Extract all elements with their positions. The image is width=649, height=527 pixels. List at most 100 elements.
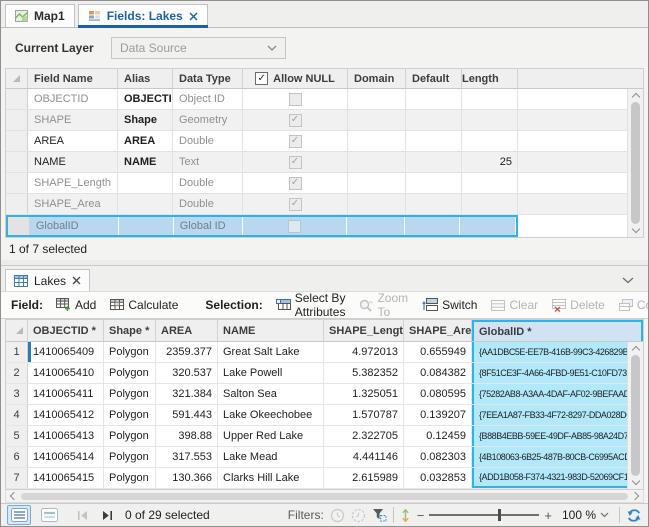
shape-area-cell[interactable]: 0.032853: [404, 468, 472, 488]
allow-null-checkbox[interactable]: ✓: [289, 93, 302, 106]
row-handle[interactable]: [6, 89, 28, 109]
row-number[interactable]: 3: [6, 384, 28, 404]
default-cell[interactable]: [406, 110, 462, 130]
slider-thumb[interactable]: [498, 509, 501, 521]
field-row-globalid-selected[interactable]: GlobalID Global ID ✓: [6, 215, 643, 237]
globalid-cell[interactable]: {ADD1B058-F374-4321-983D-52069CF1BFCB}: [472, 468, 643, 488]
tab-map1[interactable]: Map1: [5, 4, 75, 27]
shape-cell[interactable]: Polygon: [104, 363, 156, 383]
length-cell[interactable]: [462, 194, 518, 214]
length-cell[interactable]: 25: [462, 152, 518, 172]
col-header-allow-null[interactable]: ✓ Allow NULL: [243, 69, 348, 88]
default-cell[interactable]: [406, 194, 462, 214]
objectid-cell[interactable]: 1410065412: [28, 405, 104, 425]
field-name-cell[interactable]: SHAPE: [28, 110, 118, 130]
field-name-cell[interactable]: OBJECTID: [28, 89, 118, 109]
refresh-icon[interactable]: [626, 508, 642, 523]
allow-null-header-checkbox[interactable]: ✓: [255, 72, 268, 85]
clear-selection-button[interactable]: Clear: [486, 296, 543, 314]
scroll-right-icon[interactable]: [631, 492, 639, 500]
table-horizontal-scrollbar[interactable]: [5, 490, 644, 503]
alias-cell[interactable]: [118, 194, 173, 214]
col-header-default[interactable]: Default: [406, 69, 462, 88]
shape-length-cell[interactable]: 5.382352: [324, 363, 404, 383]
alias-cell[interactable]: NAME: [118, 152, 173, 172]
default-cell[interactable]: [406, 173, 462, 193]
table-row[interactable]: 1 1410065409 Polygon 2359.377 Great Salt…: [6, 342, 643, 363]
zoom-level-dropdown[interactable]: 100 %: [558, 507, 613, 523]
shape-area-cell[interactable]: 0.139207: [404, 405, 472, 425]
table-view-button[interactable]: [7, 505, 31, 525]
field-name-cell[interactable]: SHAPE_Length: [28, 173, 118, 193]
domain-cell[interactable]: [347, 217, 405, 235]
scroll-up-icon[interactable]: [631, 346, 639, 354]
shape-cell[interactable]: Polygon: [104, 468, 156, 488]
field-row-name[interactable]: NAME NAME Text ✓ 25: [6, 152, 643, 173]
field-row-area[interactable]: AREA AREA Double ✓: [6, 131, 643, 152]
calculate-button[interactable]: Calculate: [105, 296, 183, 314]
area-cell[interactable]: 317.553: [156, 447, 218, 467]
row-number[interactable]: 2: [6, 363, 28, 383]
objectid-cell[interactable]: 1410065415: [28, 468, 104, 488]
switch-selection-button[interactable]: Switch: [417, 296, 482, 314]
field-name-cell[interactable]: NAME: [28, 152, 118, 172]
row-number[interactable]: 1: [6, 342, 28, 362]
allow-null-cell[interactable]: ✓: [243, 89, 348, 109]
area-cell[interactable]: 398.88: [156, 426, 218, 446]
row-number[interactable]: 6: [6, 447, 28, 467]
col-header-field-name[interactable]: Field Name: [28, 69, 118, 88]
zoom-slider[interactable]: − +: [417, 508, 552, 523]
alias-cell[interactable]: Shape: [118, 110, 173, 130]
row-handle[interactable]: [6, 131, 28, 151]
shape-cell[interactable]: Polygon: [104, 447, 156, 467]
attribute-pane-view-button[interactable]: [37, 505, 61, 525]
length-cell[interactable]: [462, 110, 518, 130]
zoom-in-plus[interactable]: +: [544, 508, 552, 523]
shape-length-cell[interactable]: 1.325051: [324, 384, 404, 404]
data-type-cell[interactable]: Global ID: [174, 217, 243, 235]
field-name-cell[interactable]: AREA: [28, 131, 118, 151]
length-cell[interactable]: [462, 173, 518, 193]
domain-cell[interactable]: [348, 110, 406, 130]
default-cell[interactable]: [406, 152, 462, 172]
shape-length-cell[interactable]: 2.322705: [324, 426, 404, 446]
table-row[interactable]: 2 1410065410 Polygon 320.537 Lake Powell…: [6, 363, 643, 384]
domain-cell[interactable]: [348, 194, 406, 214]
shape-cell[interactable]: Polygon: [104, 342, 156, 362]
globalid-cell[interactable]: {4B108063-6B25-487B-80CB-C6995ACD0340}: [472, 447, 643, 467]
alias-cell[interactable]: [119, 217, 174, 235]
current-layer-dropdown[interactable]: Data Source: [111, 37, 286, 59]
field-row-shape-length[interactable]: SHAPE_Length Double ✓: [6, 173, 643, 194]
alias-cell[interactable]: OBJECTID: [118, 89, 173, 109]
tab-fields-lakes[interactable]: Fields: Lakes: [78, 4, 208, 27]
allow-null-checkbox[interactable]: ✓: [289, 177, 302, 190]
add-field-button[interactable]: Add: [51, 296, 101, 314]
default-cell[interactable]: [406, 131, 462, 151]
field-row-shape-area[interactable]: SHAPE_Area Double ✓: [6, 194, 643, 215]
col-header-area[interactable]: AREA: [156, 320, 218, 341]
name-cell[interactable]: Salton Sea: [218, 384, 324, 404]
collapse-panel-chevron-icon[interactable]: [622, 273, 634, 287]
globalid-cell[interactable]: {B88B4EBB-59EE-49DF-AB85-98A24D72277D}: [472, 426, 643, 446]
shape-cell[interactable]: Polygon: [104, 384, 156, 404]
col-header-length[interactable]: Length: [462, 69, 518, 88]
default-cell[interactable]: [405, 217, 461, 235]
area-cell[interactable]: 591.443: [156, 405, 218, 425]
allow-null-cell[interactable]: ✓: [243, 217, 347, 235]
area-cell[interactable]: 321.384: [156, 384, 218, 404]
allow-null-checkbox[interactable]: ✓: [289, 114, 302, 127]
col-header-objectid[interactable]: OBJECTID *: [28, 320, 104, 341]
row-handle[interactable]: [8, 217, 30, 235]
row-number[interactable]: 7: [6, 468, 28, 488]
select-by-attributes-button[interactable]: Select By Attributes: [271, 289, 351, 321]
allow-null-cell[interactable]: ✓: [243, 173, 348, 193]
alias-cell[interactable]: AREA: [118, 131, 173, 151]
zoom-out-minus[interactable]: −: [417, 508, 425, 523]
row-number[interactable]: 5: [6, 426, 28, 446]
scrollbar-thumb[interactable]: [631, 102, 640, 224]
length-cell[interactable]: [462, 89, 518, 109]
length-cell[interactable]: [462, 131, 518, 151]
table-row[interactable]: 4 1410065412 Polygon 591.443 Lake Okeech…: [6, 405, 643, 426]
allow-null-checkbox[interactable]: ✓: [289, 135, 302, 148]
data-type-cell[interactable]: Object ID: [173, 89, 243, 109]
